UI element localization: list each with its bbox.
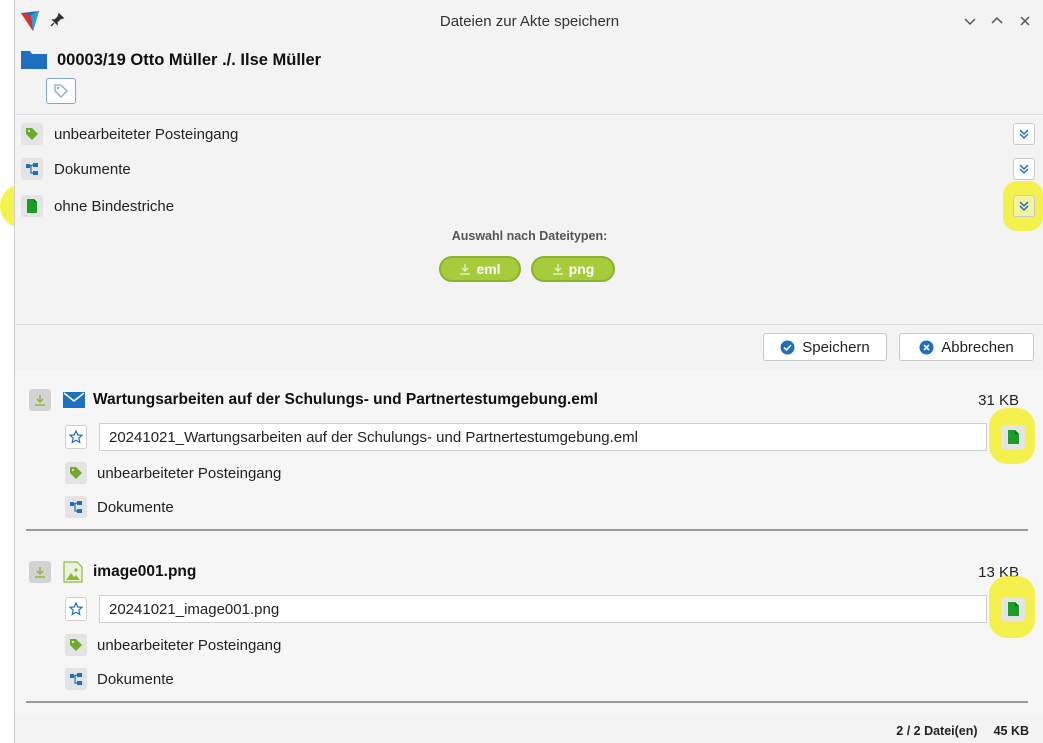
expand-button[interactable] <box>1013 195 1035 217</box>
category-row-posteingang[interactable]: unbearbeiteter Posteingang <box>21 119 1035 149</box>
cancel-circle-icon <box>919 340 934 354</box>
save-button[interactable]: Speichern <box>763 333 887 361</box>
file-folder-label: Dokumente <box>97 498 174 516</box>
star-icon <box>69 430 83 444</box>
divider <box>15 324 1043 325</box>
divider <box>15 114 1043 115</box>
status-bar: 2 / 2 Datei(en) 45 KB <box>880 724 1029 738</box>
window-title: Dateien zur Akte speichern <box>439 13 620 30</box>
close-icon[interactable] <box>1016 12 1034 30</box>
tag-outline-icon[interactable] <box>46 78 76 104</box>
case-title: 00003/19 Otto Müller ./. Ilse Müller <box>57 50 322 69</box>
category-label: Dokumente <box>54 160 131 178</box>
tag-icon <box>21 123 43 145</box>
file-folder-row: Dokumente <box>65 494 174 520</box>
file-separator <box>26 701 1028 703</box>
maximize-icon[interactable] <box>988 12 1006 30</box>
file-folder-label: Dokumente <box>97 670 174 688</box>
favorite-button[interactable] <box>65 425 87 449</box>
document-icon <box>1007 602 1019 616</box>
file-tag-label: unbearbeiteter Posteingang <box>97 636 282 654</box>
folder-tree-icon <box>21 158 43 180</box>
file-size: 31 KB <box>978 391 1019 409</box>
double-chevron-down-icon <box>1019 129 1029 140</box>
target-filename-input[interactable] <box>99 595 987 623</box>
folder-tree-icon <box>65 496 87 518</box>
file-tag-row: unbearbeiteter Posteingang <box>65 632 281 658</box>
document-target-button[interactable] <box>1001 597 1025 621</box>
download-icon <box>460 264 471 275</box>
type-chip-png[interactable]: png <box>531 256 615 282</box>
category-row-ohne-bindestriche[interactable]: ohne Bindestriche <box>21 181 1043 231</box>
file-tag-row: unbearbeiteter Posteingang <box>65 460 281 486</box>
target-filename-input[interactable] <box>99 423 987 451</box>
double-chevron-down-icon <box>1019 164 1029 175</box>
expand-button[interactable] <box>1013 158 1035 180</box>
file-tag-label: unbearbeiteter Posteingang <box>97 464 282 482</box>
file-folder-row: Dokumente <box>65 666 174 692</box>
file-header: image001.png 13 KB <box>29 557 1029 587</box>
file-count: 2 / 2 Datei(en) <box>896 724 978 738</box>
tag-icon <box>65 634 87 656</box>
file-name: image001.png <box>93 563 197 580</box>
save-button-label: Speichern <box>802 338 870 356</box>
double-chevron-down-icon <box>1019 201 1029 212</box>
file-header: Wartungsarbeiten auf der Schulungs- und … <box>29 385 1029 415</box>
document-icon <box>21 195 43 217</box>
file-name: Wartungsarbeiten auf der Schulungs- und … <box>93 391 598 408</box>
case-header: 00003/19 Otto Müller ./. Ilse Müller <box>21 48 321 72</box>
document-icon <box>1007 430 1019 444</box>
type-chip-label: png <box>568 261 595 277</box>
email-icon <box>63 390 85 410</box>
download-icon <box>35 395 45 406</box>
type-chip-label: eml <box>476 261 501 277</box>
folder-tree-icon <box>65 668 87 690</box>
folder-icon <box>21 51 47 69</box>
dialog-window: Dateien zur Akte speichern 00003/19 Otto… <box>14 0 1043 743</box>
category-label: unbearbeiteter Posteingang <box>54 125 239 143</box>
cancel-button[interactable]: Abbrechen <box>899 333 1034 361</box>
document-target-button[interactable] <box>1001 425 1025 449</box>
image-icon <box>63 561 85 583</box>
category-label: ohne Bindestriche <box>54 197 175 215</box>
total-size: 45 KB <box>993 724 1029 738</box>
file-separator <box>26 529 1028 531</box>
title-bar: Dateien zur Akte speichern <box>15 0 1043 42</box>
favorite-button[interactable] <box>65 597 87 621</box>
star-icon <box>69 602 83 616</box>
type-chip-eml[interactable]: eml <box>439 256 521 282</box>
file-list-panel: Wartungsarbeiten auf der Schulungs- und … <box>15 370 1043 715</box>
download-button[interactable] <box>29 561 51 583</box>
file-type-selection-label: Auswahl nach Dateitypen: <box>451 229 608 243</box>
minimize-icon[interactable] <box>961 12 979 30</box>
download-button[interactable] <box>29 389 51 411</box>
check-circle-icon <box>780 340 795 354</box>
category-row-dokumente[interactable]: Dokumente <box>21 154 1035 184</box>
download-icon <box>35 567 45 578</box>
tag-icon <box>65 462 87 484</box>
cancel-button-label: Abbrechen <box>941 338 1014 356</box>
download-icon <box>552 264 563 275</box>
expand-button[interactable] <box>1013 123 1035 145</box>
